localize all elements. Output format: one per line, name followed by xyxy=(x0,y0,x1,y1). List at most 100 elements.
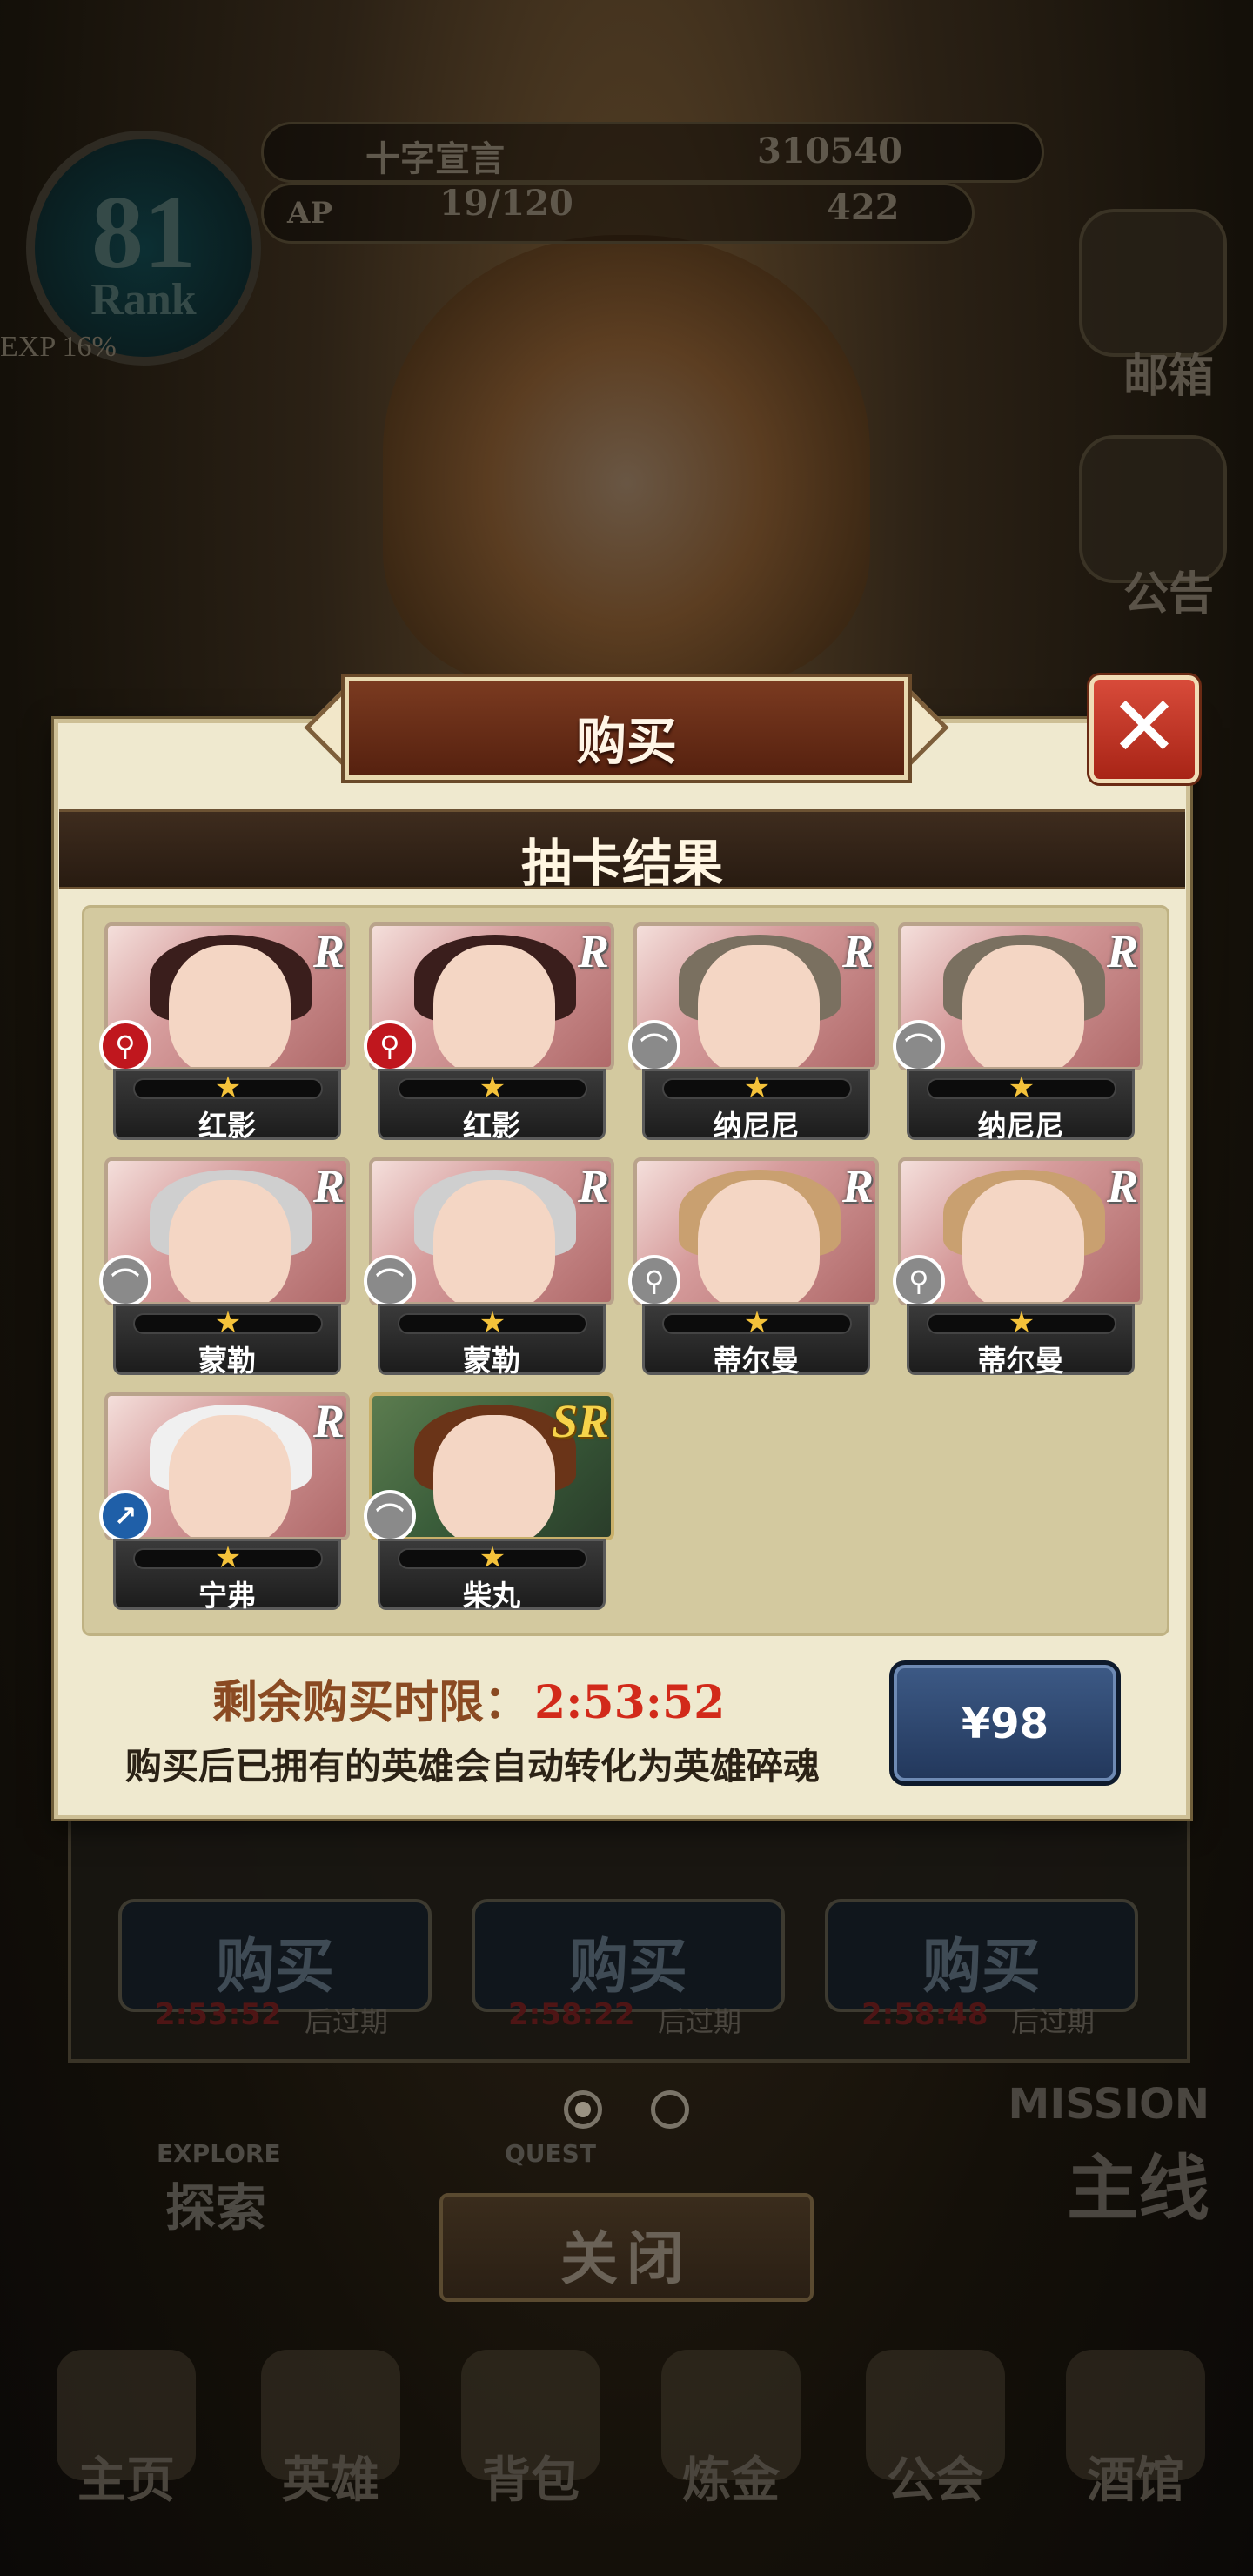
section-title: 抽卡结果 xyxy=(520,834,723,893)
hero-face xyxy=(169,945,291,1067)
nav-tavern[interactable]: 酒馆 xyxy=(1035,2350,1236,2541)
name-plate: ★ 纳尼尼 xyxy=(642,1069,870,1143)
nav-alchemy-label: 炼金 xyxy=(682,2452,780,2509)
star-bar: ★ xyxy=(927,1305,1116,1340)
gem-amount: 422 xyxy=(827,187,900,228)
mission-label[interactable]: 主线 xyxy=(1067,2130,1209,2234)
buy-3-time: 2:58:48 xyxy=(861,1997,988,2032)
close-label: 关闭 xyxy=(560,2225,693,2292)
star-bar: ★ xyxy=(398,1540,587,1575)
rarity-badge: R xyxy=(577,925,609,977)
close-button[interactable]: 关闭 xyxy=(439,2193,814,2302)
player-name: 十字宣言 xyxy=(365,138,505,179)
hero-card[interactable]: R ⚲ ★ 蒂尔曼 xyxy=(628,1157,879,1378)
nav-alchemy[interactable]: 炼金 xyxy=(631,2350,831,2541)
buy-3-expire: 后过期 xyxy=(1011,2005,1096,2038)
buy-1-time: 2:53:52 xyxy=(155,1997,282,2032)
nav-home-label: 主页 xyxy=(77,2452,175,2509)
nav-bag-label: 背包 xyxy=(482,2452,580,2509)
buy-button-2[interactable]: 购买 xyxy=(472,1899,785,2012)
buy-button-3-label: 购买 xyxy=(921,1933,1041,2002)
hero-portrait xyxy=(383,235,870,688)
nav-heroes[interactable]: 英雄 xyxy=(231,2350,431,2541)
star-icon: ★ xyxy=(479,1305,506,1340)
rank-label: Rank xyxy=(90,275,197,325)
hero-name: 蒙勒 xyxy=(198,1344,256,1378)
hero-name: 红影 xyxy=(198,1109,256,1143)
hero-name: 柴丸 xyxy=(463,1579,520,1613)
mailbox-icon[interactable] xyxy=(1079,209,1227,357)
nav-heroes-label: 英雄 xyxy=(282,2452,379,2509)
buy-2-time: 2:58:22 xyxy=(508,1997,635,2032)
bow-icon: ⌒ xyxy=(99,1255,151,1307)
page-dot-1[interactable] xyxy=(564,2090,602,2129)
star-icon: ★ xyxy=(1008,1305,1035,1340)
star-icon: ★ xyxy=(214,1540,242,1575)
staff-icon: ⚲ xyxy=(364,1020,416,1072)
rarity-badge: SR xyxy=(551,1395,609,1447)
timer-line: 剩余购买时限： 2:53:52 xyxy=(212,1666,725,1731)
star-bar: ★ xyxy=(662,1070,852,1105)
staff-icon: ⚲ xyxy=(628,1255,680,1307)
nav-tavern-label: 酒馆 xyxy=(1087,2452,1184,2509)
mission-en: MISSION xyxy=(1008,2080,1209,2129)
rarity-badge: R xyxy=(1106,925,1138,977)
nav-guild[interactable]: 公会 xyxy=(835,2350,1035,2541)
page-dot-2[interactable] xyxy=(651,2090,689,2129)
quest-en: QUEST xyxy=(505,2139,596,2168)
hero-name: 宁弗 xyxy=(198,1579,256,1613)
hero-card[interactable]: SR ⌒ ★ 柴丸 xyxy=(364,1392,614,1613)
close-x-icon[interactable]: ✕ xyxy=(1089,675,1199,783)
timer-label: 剩余购买时限： xyxy=(212,1676,530,1729)
hero-card[interactable]: R ⌒ ★ 纳尼尼 xyxy=(893,922,1143,1143)
name-plate: ★ 蒙勒 xyxy=(113,1304,341,1378)
bow-icon: ⌒ xyxy=(364,1255,416,1307)
explore-label[interactable]: 探索 xyxy=(165,2167,266,2240)
rarity-badge: R xyxy=(841,925,874,977)
nav-guild-label: 公会 xyxy=(887,2452,984,2509)
explore-en: EXPLORE xyxy=(157,2139,281,2168)
game-screen: 十字宣言 310540 AP 19/120 422 81 Rank EXP 16… xyxy=(0,0,1253,2576)
name-plate: ★ 红影 xyxy=(378,1069,606,1143)
hero-card[interactable]: R ⚲ ★ 红影 xyxy=(364,922,614,1143)
hero-face xyxy=(962,1180,1084,1302)
buy-button-3[interactable]: 购买 xyxy=(825,1899,1138,2012)
exp-label: EXP 16% xyxy=(0,331,117,363)
hero-card[interactable]: R ⌒ ★ 蒙勒 xyxy=(99,1157,350,1378)
hero-card[interactable]: R ⌒ ★ 纳尼尼 xyxy=(628,922,879,1143)
star-bar: ★ xyxy=(398,1070,587,1105)
hero-face xyxy=(433,1180,555,1302)
ap-label: AP xyxy=(287,196,332,231)
hero-name: 纳尼尼 xyxy=(713,1109,800,1143)
rarity-badge: R xyxy=(312,925,345,977)
hero-card[interactable]: R ⚲ ★ 红影 xyxy=(99,922,350,1143)
bow-icon: ⌒ xyxy=(628,1020,680,1072)
hero-name: 纳尼尼 xyxy=(977,1109,1064,1143)
star-icon: ★ xyxy=(743,1070,771,1105)
mailbox-label: 邮箱 xyxy=(1122,351,1214,403)
buy-2-expire: 后过期 xyxy=(658,2005,742,2038)
hero-face xyxy=(169,1415,291,1537)
hero-name: 蒂尔曼 xyxy=(713,1344,800,1378)
price-button[interactable]: ¥98 xyxy=(889,1660,1121,1786)
gold-amount: 310540 xyxy=(757,131,902,171)
buy-button-1[interactable]: 购买 xyxy=(118,1899,432,2012)
hero-card[interactable]: R ↗ ★ 宁弗 xyxy=(99,1392,350,1613)
hero-face xyxy=(433,1415,555,1537)
hero-card[interactable]: R ⌒ ★ 蒙勒 xyxy=(364,1157,614,1378)
nav-bag[interactable]: 背包 xyxy=(431,2350,631,2541)
hero-face xyxy=(433,945,555,1067)
rarity-badge: R xyxy=(312,1395,345,1447)
staff-icon: ⚲ xyxy=(893,1255,945,1307)
name-plate: ★ 纳尼尼 xyxy=(907,1069,1135,1143)
price-label: ¥98 xyxy=(961,1700,1049,1748)
star-icon: ★ xyxy=(479,1070,506,1105)
hero-card[interactable]: R ⚲ ★ 蒂尔曼 xyxy=(893,1157,1143,1378)
nav-home[interactable]: 主页 xyxy=(26,2350,226,2541)
hero-face xyxy=(169,1180,291,1302)
star-bar: ★ xyxy=(133,1540,323,1575)
hero-name: 红影 xyxy=(463,1109,520,1143)
name-plate: ★ 宁弗 xyxy=(113,1539,341,1613)
hero-name: 蒂尔曼 xyxy=(977,1344,1064,1378)
name-plate: ★ 蒙勒 xyxy=(378,1304,606,1378)
